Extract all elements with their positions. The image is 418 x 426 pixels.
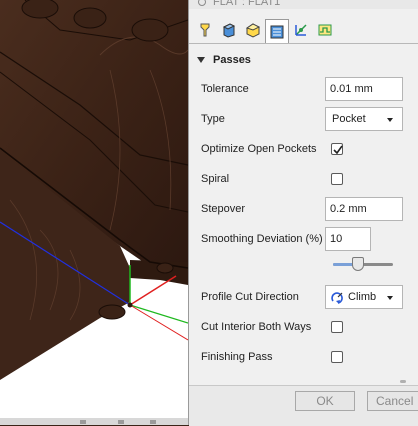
smoothing-deviation-slider[interactable]: [333, 256, 393, 272]
tab-linking[interactable]: [289, 19, 313, 41]
finishing-pass-label: Finishing Pass: [201, 351, 273, 363]
linking-icon: [295, 24, 307, 36]
profile-cut-direction-label: Profile Cut Direction: [201, 291, 299, 303]
cancel-button[interactable]: Cancel: [367, 391, 418, 411]
type-value: Pocket: [332, 113, 366, 125]
stepover-input[interactable]: 0.2 mm: [325, 197, 403, 221]
smoothing-deviation-input[interactable]: 10: [325, 227, 371, 251]
type-select[interactable]: Pocket: [325, 107, 403, 131]
operation-panel: FLAT : FLAT1 Passes Tolerance 0.01 mm Ty…: [188, 0, 418, 426]
cut-interior-both-ways-checkbox[interactable]: [331, 321, 343, 333]
slider-thumb[interactable]: [352, 257, 365, 271]
tab-passes[interactable]: [265, 19, 289, 43]
tolerance-input[interactable]: 0.01 mm: [325, 77, 403, 101]
passes-icon: [270, 25, 284, 38]
tab-heights[interactable]: [241, 19, 265, 41]
panel-titlebar[interactable]: FLAT : FLAT1: [189, 0, 418, 9]
ok-button[interactable]: OK: [295, 391, 355, 411]
stepover-label: Stepover: [201, 203, 246, 215]
tool-icon: [200, 23, 210, 37]
model-viewport[interactable]: [0, 0, 188, 425]
panel-scrollbar[interactable]: [400, 380, 406, 383]
heights-icon: [245, 23, 261, 38]
collapse-arrow-icon[interactable]: [197, 57, 205, 63]
spiral-label: Spiral: [201, 173, 230, 185]
tab-tool[interactable]: [193, 19, 217, 41]
tab-geometry[interactable]: [217, 19, 241, 41]
type-label: Type: [201, 113, 225, 125]
panel-title: FLAT : FLAT1: [213, 0, 281, 8]
dialog-footer: OK Cancel: [189, 385, 418, 426]
chevron-down-icon: [387, 296, 393, 300]
checkmark-icon: [333, 145, 343, 155]
model-render: [0, 0, 188, 425]
geometry-icon: [222, 23, 236, 38]
finishing-pass-checkbox[interactable]: [331, 351, 343, 363]
operation-icon: [198, 0, 206, 6]
optimize-open-pockets-label: Optimize Open Pockets: [201, 143, 317, 155]
passes-section-header[interactable]: Passes: [197, 52, 251, 68]
tab-strip: [189, 17, 418, 44]
tolerance-label: Tolerance: [201, 83, 249, 95]
profile-cut-direction-select[interactable]: Climb: [325, 285, 403, 309]
profile-cut-direction-value: Climb: [348, 291, 377, 303]
climb-icon: [331, 292, 343, 304]
tab-shaft-holder[interactable]: [313, 19, 337, 41]
spiral-checkbox[interactable]: [331, 173, 343, 185]
optimize-open-pockets-checkbox[interactable]: [331, 143, 343, 155]
section-title: Passes: [213, 54, 251, 66]
smoothing-deviation-label: Smoothing Deviation (%): [201, 233, 323, 245]
chevron-down-icon: [387, 118, 393, 122]
cut-interior-both-ways-label: Cut Interior Both Ways: [201, 321, 312, 333]
shaft-holder-icon: [318, 24, 332, 36]
